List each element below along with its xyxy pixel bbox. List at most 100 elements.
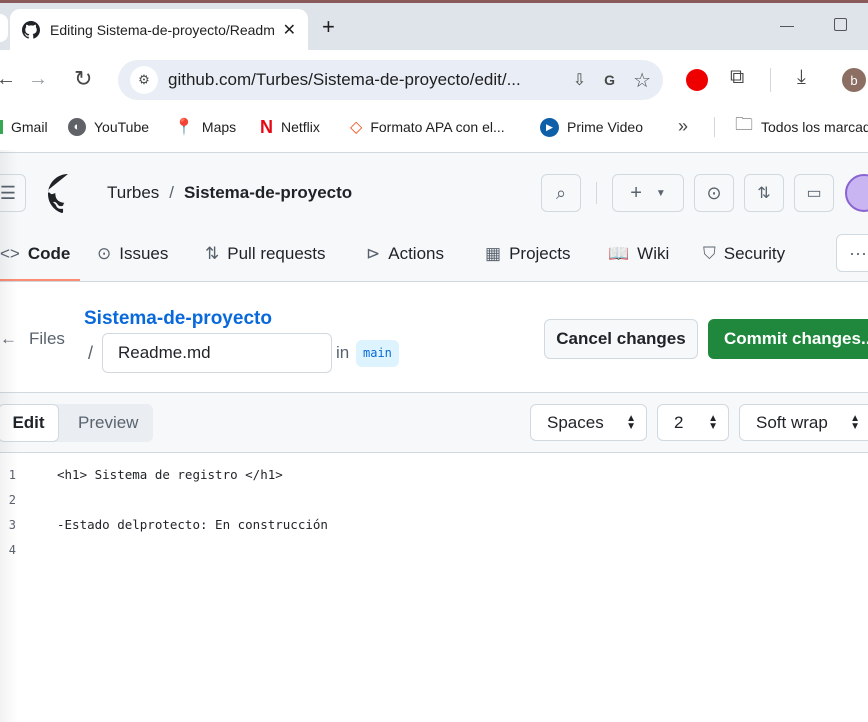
nav-label: Actions — [388, 244, 444, 263]
create-new-button[interactable]: + ▼ — [612, 174, 684, 212]
bookmark-prime-video[interactable]: ▶ Prime Video — [540, 108, 643, 146]
more-nav-button[interactable]: ··· — [836, 234, 868, 272]
nav-issues[interactable]: ⊙ Issues — [97, 238, 168, 270]
nav-label: Code — [27, 244, 71, 263]
tab-title: Editing Sistema-de-proyecto/Readme.md — [50, 21, 275, 38]
table-icon: ▦ — [485, 244, 502, 263]
forward-icon[interactable]: → — [28, 68, 48, 91]
bookmark-maps[interactable]: 📍 Maps — [174, 108, 236, 146]
inbox-icon: ▭ — [806, 185, 822, 202]
gmail-icon — [0, 120, 3, 134]
bookmark-gmail[interactable]: Gmail — [0, 108, 48, 146]
plus-icon: + — [630, 181, 642, 204]
header-divider — [596, 182, 597, 204]
profile-avatar[interactable]: b — [842, 68, 866, 92]
repo-link[interactable]: Sistema-de-proyecto — [84, 308, 272, 330]
nav-label: Projects — [509, 244, 571, 263]
nav-label: Pull requests — [227, 244, 326, 263]
repo-link[interactable]: Sistema-de-proyecto — [184, 183, 352, 203]
toolbar-divider — [770, 68, 771, 92]
book-icon: 📖 — [608, 244, 630, 263]
code-line[interactable]: -Estado delprotecto: En construcción — [57, 517, 328, 532]
filename-input[interactable]: Readme.md — [102, 333, 332, 373]
bookmark-label: Todos los marcadores — [761, 119, 868, 135]
url-text: github.com/Turbes/Sistema-de-proyecto/ed… — [168, 70, 521, 89]
indent-mode-select[interactable]: Spaces ▲ ▼ — [530, 404, 647, 441]
breadcrumb-separator: / — [169, 183, 175, 202]
minimize-icon[interactable] — [780, 26, 794, 27]
more-bookmarks-icon[interactable]: » — [678, 116, 688, 137]
adblock-icon[interactable] — [686, 69, 708, 91]
issues-button[interactable]: ⊙ — [694, 174, 734, 212]
bookmark-label: Netflix — [281, 119, 320, 135]
tab-preview[interactable]: Preview — [78, 413, 138, 433]
commit-changes-button[interactable]: Commit changes... — [708, 319, 868, 359]
back-icon[interactable]: ← — [0, 68, 16, 91]
path-separator: / — [88, 343, 94, 363]
nav-projects[interactable]: ▦ Projects — [485, 238, 570, 270]
code-line[interactable]: <h1> Sistema de registro </h1> — [57, 467, 283, 482]
in-label: in — [336, 343, 350, 362]
cancel-label: Cancel changes — [556, 329, 686, 348]
pull-requests-button[interactable]: ⇅ — [744, 174, 784, 212]
bookmark-netflix[interactable]: N Netflix — [260, 108, 320, 146]
browser-tab-active[interactable]: Editing Sistema-de-proyecto/Readme.md ✕ — [10, 9, 308, 50]
nav-wiki[interactable]: 📖 Wiki — [608, 238, 669, 270]
github-logo-icon[interactable] — [48, 174, 88, 214]
address-bar[interactable]: ⚙ github.com/Turbes/Sistema-de-proyecto/… — [118, 60, 663, 100]
maps-pin-icon: 📍 — [174, 119, 194, 136]
play-icon: ⊳ — [366, 244, 381, 263]
close-tab-icon[interactable]: ✕ — [283, 20, 296, 40]
nav-security[interactable]: ⛉ Security — [703, 238, 785, 270]
bookmark-label: YouTube — [94, 119, 150, 135]
indent-size-value: 2 — [674, 412, 684, 432]
nav-actions[interactable]: ⊳ Actions — [366, 238, 444, 270]
maximize-icon[interactable] — [834, 18, 847, 31]
bookmark-label: Maps — [201, 119, 237, 135]
downloads-icon[interactable]: ⤓ — [797, 66, 806, 89]
wrap-mode-value: Soft wrap — [756, 412, 828, 432]
indent-size-select[interactable]: 2 ▲ ▼ — [657, 404, 729, 441]
commit-label: Commit changes... — [724, 329, 868, 348]
site-info-icon[interactable]: ⚙ — [130, 66, 158, 94]
files-label: Files — [29, 329, 65, 348]
all-bookmarks-folder[interactable]: 🗀 Todos los marcadores — [735, 108, 868, 146]
pull-request-icon: ⇅ — [205, 244, 220, 263]
caret-down-icon: ▼ — [655, 187, 666, 199]
install-app-icon[interactable]: ⇩ — [573, 70, 586, 90]
issue-icon: ⊙ — [97, 244, 112, 263]
filename-value: Readme.md — [118, 343, 211, 362]
previous-tab[interactable] — [0, 14, 8, 42]
pull-request-icon: ⇅ — [757, 185, 771, 202]
wrap-mode-select[interactable]: Soft wrap ▲ ▼ — [739, 404, 868, 441]
netflix-icon: N — [260, 116, 273, 137]
nav-label: Security — [723, 244, 786, 263]
branch-badge[interactable]: main — [356, 340, 399, 367]
indent-mode-value: Spaces — [547, 412, 604, 432]
cancel-changes-button[interactable]: Cancel changes — [544, 319, 698, 359]
bookmarks-divider — [714, 117, 715, 137]
select-arrows-icon: ▲ ▼ — [850, 412, 860, 432]
bookmark-apa[interactable]: ◇ Formato APA con el... — [350, 108, 505, 146]
bookmark-label: Gmail — [11, 119, 48, 135]
bookmark-star-icon[interactable]: ☆ — [633, 68, 651, 93]
search-button[interactable]: ⌕ — [541, 174, 581, 212]
globe-icon: ◐ — [68, 118, 86, 136]
issue-icon: ⊙ — [706, 182, 722, 203]
translate-icon[interactable]: G — [604, 72, 615, 88]
nav-label: Wiki — [637, 244, 670, 263]
nav-label: Issues — [119, 244, 169, 263]
reload-icon[interactable]: ↻ — [74, 66, 92, 92]
owner-link[interactable]: Turbes — [107, 183, 159, 203]
github-favicon-icon — [22, 20, 40, 39]
bookmark-label: Formato APA con el... — [370, 119, 505, 135]
bookmark-label: Prime Video — [567, 119, 644, 135]
bookmark-youtube[interactable]: ◐ YouTube — [68, 108, 149, 146]
folder-icon: 🗀 — [735, 114, 753, 134]
new-tab-icon[interactable]: + — [322, 14, 335, 40]
nav-pull-requests[interactable]: ⇅ Pull requests — [205, 238, 326, 270]
inbox-button[interactable]: ▭ — [794, 174, 834, 212]
search-icon: ⌕ — [555, 182, 567, 203]
code-editor[interactable] — [0, 453, 868, 722]
extensions-icon[interactable]: ⧉ — [730, 66, 744, 89]
